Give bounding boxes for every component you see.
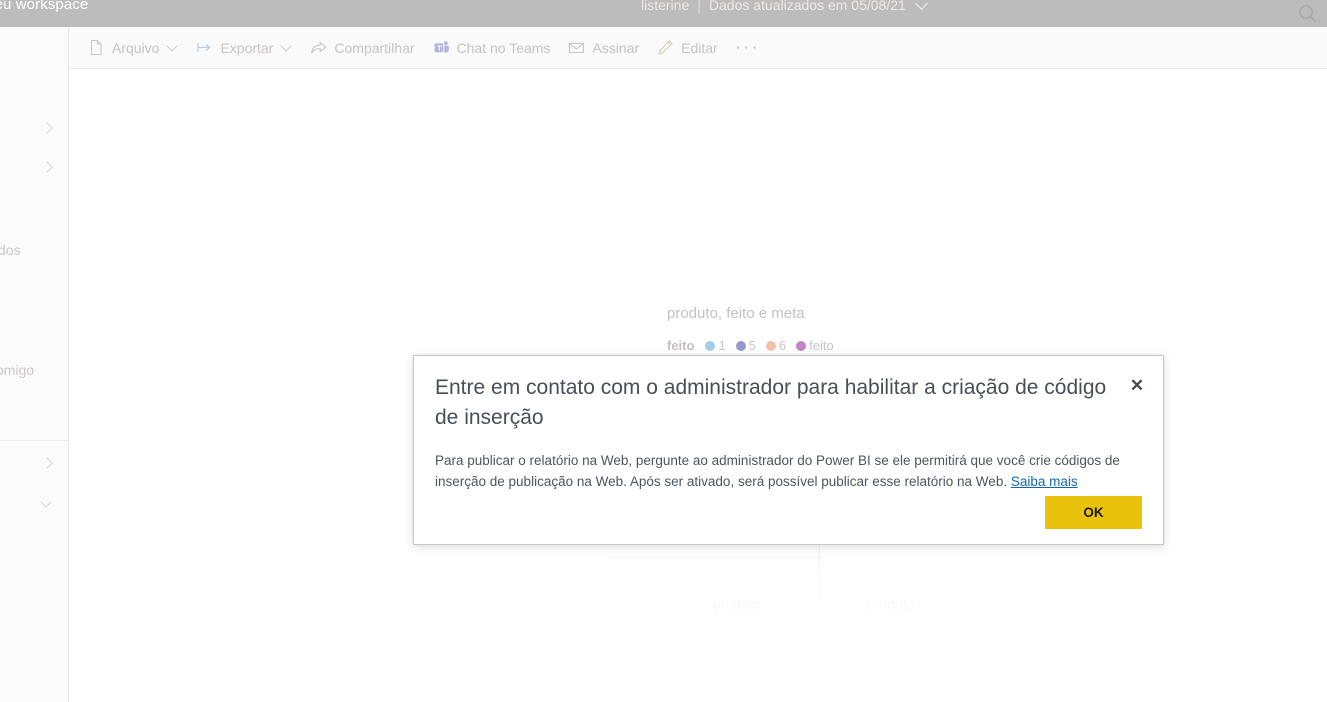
left-navigation: dos omigo xyxy=(0,27,69,702)
chart-axis-divider xyxy=(819,545,820,603)
toolbar-share-label: Compartilhar xyxy=(334,39,415,56)
sidebar-item-shared-with-me-label: omigo xyxy=(0,362,35,378)
x-axis-label-2: produto xyxy=(867,596,915,612)
dialog-body: Para publicar o relatório na Web, pergun… xyxy=(435,450,1145,492)
chart-gridline xyxy=(609,592,821,593)
toolbar-edit-button[interactable]: Editar xyxy=(648,27,727,69)
chevron-down-icon[interactable] xyxy=(917,0,929,11)
embed-code-permission-dialog: Entre em contato com o administrador par… xyxy=(413,355,1164,545)
legend-item-5[interactable]: 5 xyxy=(735,338,756,353)
toolbar-subscribe-label: Assinar xyxy=(592,39,640,56)
chevron-down-icon xyxy=(167,42,178,53)
search-icon[interactable] xyxy=(1295,1,1321,27)
legend-item-5-label: 5 xyxy=(748,338,756,353)
sidebar-item-shared-label: dos xyxy=(0,242,21,258)
chart-legend: feito 1 5 6 feito xyxy=(667,338,839,353)
ok-button[interactable]: OK xyxy=(1045,496,1142,529)
toolbar-file-button[interactable]: Arquivo xyxy=(79,27,187,69)
legend-item-feito-label: feito xyxy=(809,338,834,353)
mail-icon xyxy=(568,39,585,56)
toolbar-teams-chat-button[interactable]: T Chat no Teams xyxy=(424,27,560,69)
chevron-down-icon xyxy=(42,499,53,510)
header-separator: | xyxy=(697,0,701,13)
sidebar-item-shared[interactable]: dos xyxy=(0,230,68,270)
legend-item-6-label: 6 xyxy=(778,338,787,353)
legend-color-swatch xyxy=(765,340,776,351)
legend-item-1-label: 1 xyxy=(718,338,726,353)
pencil-icon xyxy=(657,39,674,56)
toolbar-more-options-button[interactable]: ··· xyxy=(727,27,768,69)
close-icon[interactable]: ✕ xyxy=(1128,377,1146,395)
chart-gridline xyxy=(609,558,821,559)
legend-color-swatch xyxy=(735,340,746,351)
toolbar-export-label: Exportar xyxy=(220,39,274,56)
chevron-right-icon xyxy=(42,123,53,134)
svg-text:T: T xyxy=(437,43,442,52)
sidebar-item-2[interactable] xyxy=(0,148,68,188)
export-icon xyxy=(196,39,213,56)
sidebar-item-shared-with-me[interactable]: omigo xyxy=(0,350,68,390)
dialog-title: Entre em contato com o administrador par… xyxy=(435,376,1107,429)
learn-more-link[interactable]: Saiba mais xyxy=(1011,474,1078,489)
legend-color-swatch xyxy=(796,340,807,351)
report-toolbar: Arquivo Exportar Compartilhar T Chat no … xyxy=(69,27,1327,69)
sidebar-divider xyxy=(0,440,68,441)
toolbar-share-button[interactable]: Compartilhar xyxy=(301,27,423,69)
toolbar-subscribe-button[interactable]: Assinar xyxy=(559,27,648,69)
toolbar-file-label: Arquivo xyxy=(112,39,160,56)
sidebar-item-3[interactable] xyxy=(0,444,68,484)
legend-item-6[interactable]: 6 xyxy=(765,338,787,353)
sidebar-item-4[interactable] xyxy=(0,483,68,523)
workspace-title: Meu workspace xyxy=(0,0,89,13)
teams-icon: T xyxy=(433,39,450,56)
toolbar-edit-label: Editar xyxy=(681,39,718,56)
legend-group-label: feito xyxy=(667,338,695,353)
report-name: listerine xyxy=(641,0,690,13)
top-bar: Meu workspace listerine | Dados atualiza… xyxy=(0,0,1327,27)
chart-gridline xyxy=(609,556,819,557)
chart-title: produto, feito e meta xyxy=(667,305,805,322)
legend-item-1[interactable]: 1 xyxy=(705,338,726,353)
toolbar-teams-chat-label: Chat no Teams xyxy=(456,39,551,56)
chevron-right-icon xyxy=(42,458,53,469)
refresh-status: Dados atualizados em 05/08/21 xyxy=(708,0,906,13)
share-icon xyxy=(310,39,327,56)
report-header: listerine | Dados atualizados em 05/08/2… xyxy=(641,0,929,13)
chevron-down-icon xyxy=(281,42,292,53)
sidebar-item-1[interactable] xyxy=(0,109,68,149)
file-icon xyxy=(88,39,105,56)
chevron-right-icon xyxy=(42,162,53,173)
power-bi-report-page: Meu workspace listerine | Dados atualiza… xyxy=(0,0,1327,702)
legend-color-swatch xyxy=(705,340,716,351)
x-axis-label-1: produto xyxy=(713,596,761,612)
legend-item-feito[interactable]: feito xyxy=(796,338,834,353)
toolbar-export-button[interactable]: Exportar xyxy=(187,27,301,69)
